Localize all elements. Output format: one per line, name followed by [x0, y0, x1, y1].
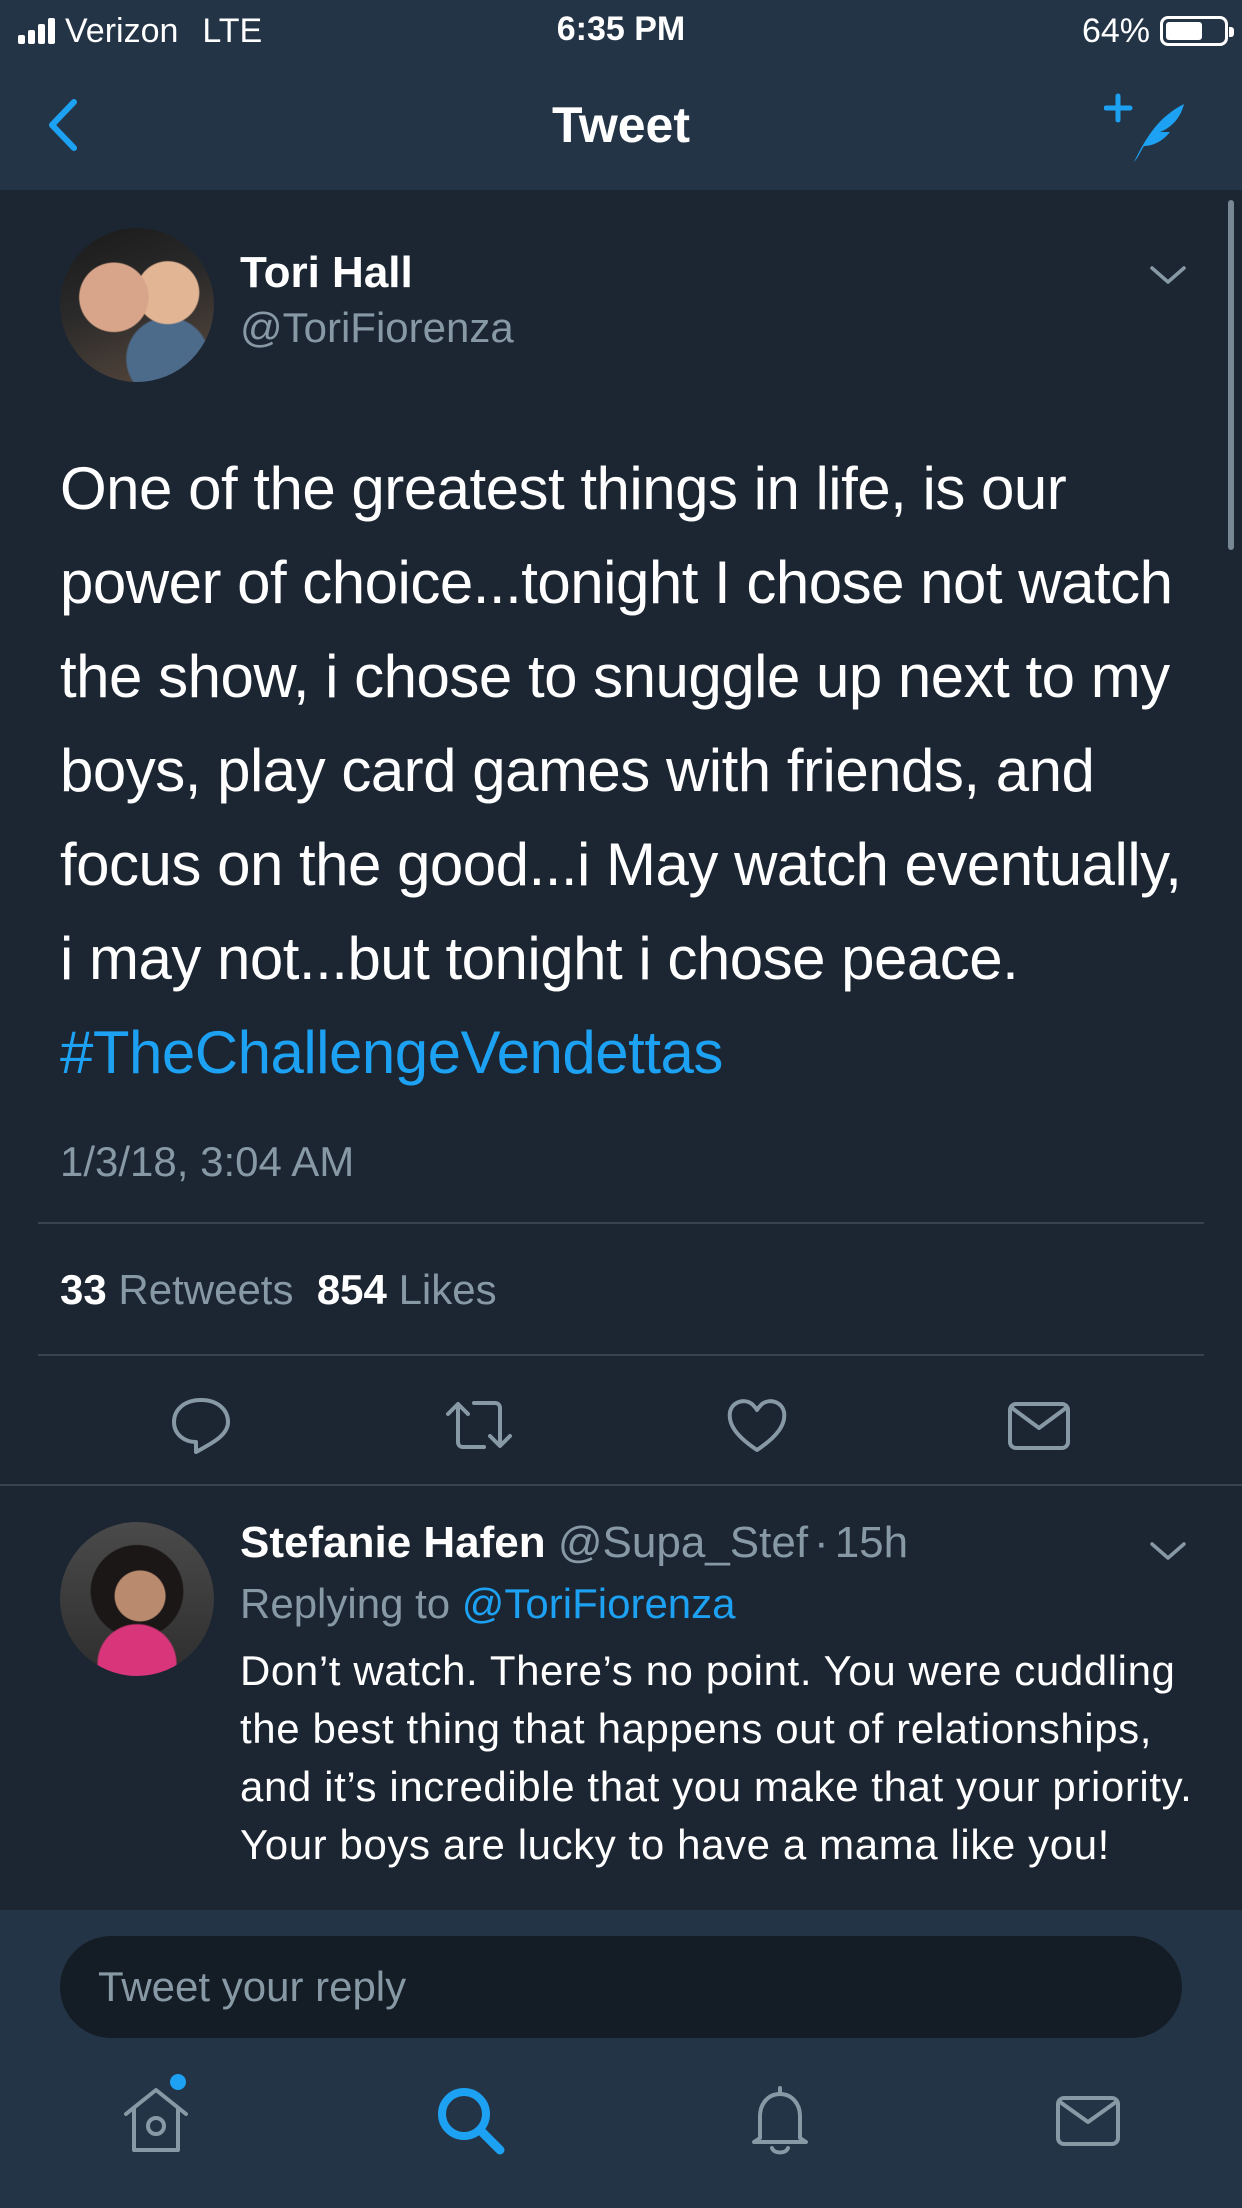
- replying-to: Replying to @ToriFiorenza: [240, 1580, 736, 1628]
- battery-fill: [1166, 22, 1202, 40]
- status-right: 64%: [1081, 10, 1234, 52]
- share-button[interactable]: [1004, 1390, 1074, 1460]
- chevron-down-icon: [1150, 266, 1186, 284]
- envelope-icon: [1056, 2096, 1120, 2146]
- tweet-stats: 33 Retweets 854 Likes: [60, 1266, 497, 1314]
- tweet-body: One of the greatest things in life, is o…: [60, 455, 1182, 992]
- reply-text: Don’t watch. There’s no point. You were …: [240, 1647, 1193, 1868]
- divider: [38, 1222, 1204, 1224]
- avatar[interactable]: [60, 228, 214, 382]
- replying-prefix: Replying to: [240, 1580, 451, 1627]
- compose-button[interactable]: [1103, 92, 1194, 168]
- retweet-icon: [446, 1401, 512, 1449]
- reply-author-name[interactable]: Stefanie Hafen: [240, 1518, 546, 1567]
- page-title: Tweet: [552, 97, 690, 153]
- replying-to-mention[interactable]: @ToriFiorenza: [462, 1580, 736, 1627]
- compose-feather-icon: [1103, 93, 1184, 162]
- home-icon: [124, 2088, 188, 2152]
- retweet-button[interactable]: [444, 1390, 514, 1460]
- status-time: 6:35 PM: [556, 10, 686, 48]
- reply-separator: ·: [814, 1518, 829, 1567]
- reply-options-button[interactable]: [1148, 1538, 1188, 1564]
- battery-percent: 64%: [1081, 11, 1150, 50]
- avatar[interactable]: [60, 1522, 214, 1676]
- reply-bar: [0, 1910, 1242, 2038]
- chevron-down-icon: [1150, 1542, 1186, 1560]
- scrollbar[interactable]: [1228, 200, 1234, 550]
- reply-input[interactable]: [60, 1936, 1182, 2038]
- tab-search[interactable]: [430, 2080, 510, 2160]
- tab-messages[interactable]: [1048, 2080, 1128, 2160]
- reply-button[interactable]: [166, 1390, 236, 1460]
- search-icon: [438, 2088, 505, 2155]
- nav-bar: Tweet: [0, 62, 1242, 190]
- status-bar: Verizon LTE 6:35 PM 64%: [0, 0, 1242, 62]
- tab-notifications[interactable]: [740, 2080, 820, 2160]
- new-content-dot: [170, 2074, 186, 2090]
- battery-icon: [1160, 16, 1234, 46]
- retweets-stat[interactable]: 33 Retweets: [60, 1266, 293, 1313]
- retweets-count: 33: [60, 1266, 107, 1313]
- reply-bubble-icon: [172, 1398, 230, 1454]
- retweets-label: Retweets: [118, 1266, 294, 1313]
- bell-icon: [752, 2086, 808, 2155]
- tab-bar: [0, 2038, 1242, 2208]
- likes-label: Likes: [398, 1266, 497, 1313]
- likes-stat[interactable]: 854 Likes: [317, 1266, 497, 1313]
- envelope-icon: [1008, 1402, 1070, 1450]
- tweet-actions: [0, 1390, 1242, 1470]
- reply-header: Stefanie Hafen @Supa_Stef · 15h: [240, 1518, 908, 1568]
- heart-icon: [727, 1399, 787, 1452]
- author-name[interactable]: Tori Hall: [240, 248, 413, 298]
- tweet-timestamp: 1/3/18, 3:04 AM: [60, 1138, 355, 1185]
- battery-tip: [1229, 27, 1234, 37]
- reply-tweet[interactable]: Stefanie Hafen @Supa_Stef · 15h Replying t…: [0, 1486, 1242, 1910]
- tweet-options-button[interactable]: [1148, 262, 1188, 288]
- hashtag-link[interactable]: #TheChallengeVendettas: [60, 1019, 723, 1086]
- like-button[interactable]: [722, 1390, 792, 1460]
- reply-author-handle[interactable]: @Supa_Stef: [558, 1518, 808, 1567]
- tab-home[interactable]: [116, 2074, 196, 2160]
- divider: [38, 1354, 1204, 1356]
- likes-count: 854: [316, 1266, 387, 1313]
- tweet-text: One of the greatest things in life, is o…: [60, 442, 1200, 1100]
- author-handle[interactable]: @ToriFiorenza: [240, 304, 514, 352]
- reply-time: 15h: [834, 1518, 909, 1567]
